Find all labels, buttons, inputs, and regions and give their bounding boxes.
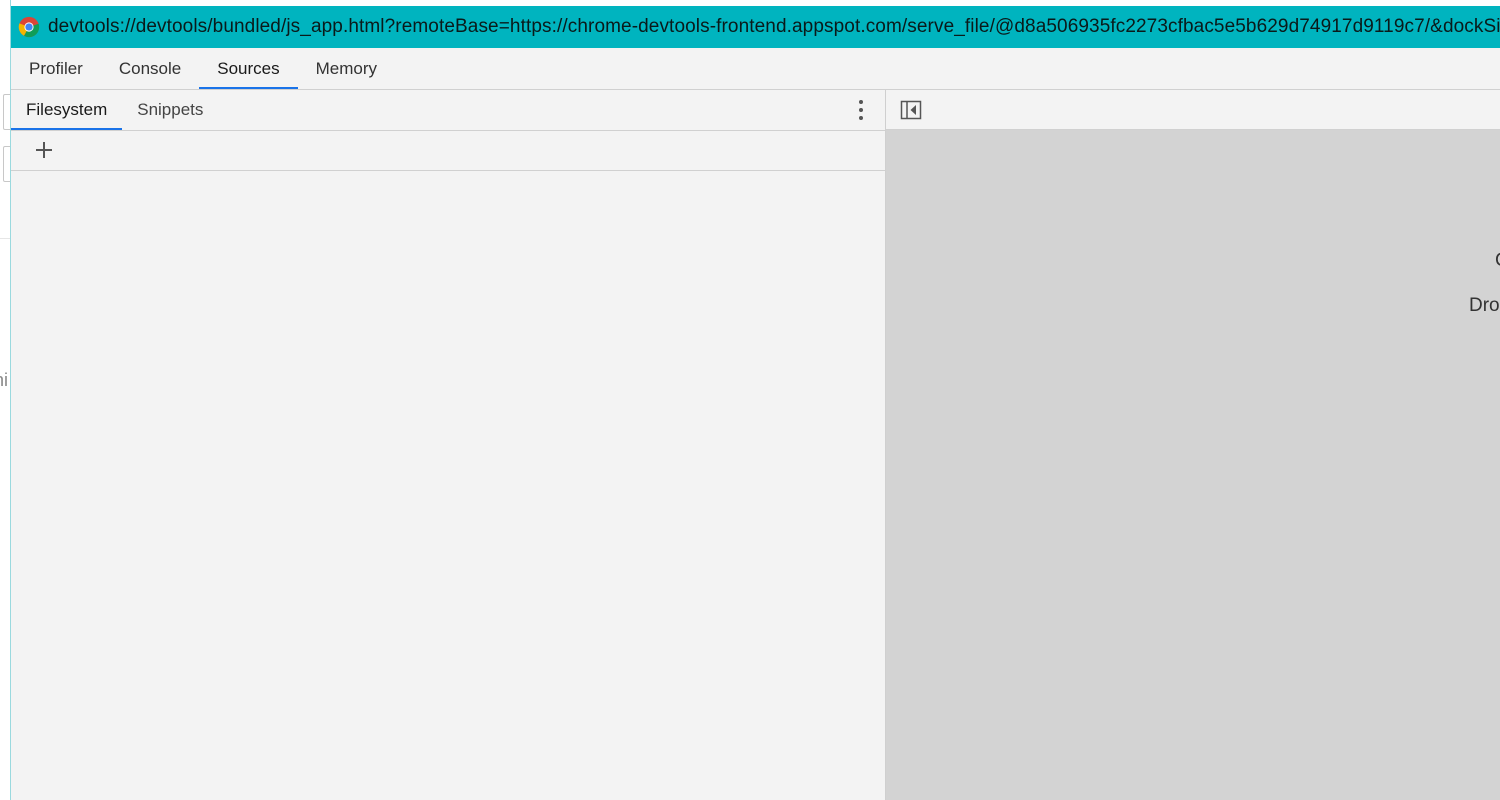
tab-profiler[interactable]: Profiler: [11, 48, 101, 89]
background-input: [3, 94, 10, 130]
sources-navigator-panel: Filesystem Snippets: [11, 90, 886, 800]
background-divider: [0, 238, 10, 239]
background-input: [3, 146, 10, 182]
editor-toolbar: [886, 90, 1500, 130]
window-titlebar[interactable]: devtools://devtools/bundled/js_app.html?…: [11, 6, 1500, 48]
main-tab-bar: Profiler Console Sources Memory: [11, 48, 1500, 90]
chrome-icon: [18, 16, 40, 38]
navigator-tab-bar: Filesystem Snippets: [11, 90, 885, 131]
editor-placeholder-text: Dro: [1469, 295, 1500, 317]
plus-icon[interactable]: [33, 139, 55, 161]
devtools-window: devtools://devtools/bundled/js_app.html?…: [10, 0, 1500, 800]
tab-snippets[interactable]: Snippets: [122, 90, 218, 130]
window-title: devtools://devtools/bundled/js_app.html?…: [48, 16, 1500, 38]
more-vertical-icon[interactable]: [851, 98, 871, 122]
editor-placeholder-text: C: [1495, 250, 1500, 272]
navigator-toolbar: [11, 130, 885, 171]
background-partial-text: hi: [0, 370, 8, 391]
tab-filesystem[interactable]: Filesystem: [11, 90, 122, 130]
tab-sources[interactable]: Sources: [199, 48, 297, 89]
tab-console[interactable]: Console: [101, 48, 199, 89]
sources-editor-area[interactable]: C Dro: [886, 90, 1500, 800]
tab-memory[interactable]: Memory: [298, 48, 395, 89]
toggle-navigator-icon[interactable]: [899, 98, 923, 122]
background-window-strip: hi: [0, 0, 10, 800]
